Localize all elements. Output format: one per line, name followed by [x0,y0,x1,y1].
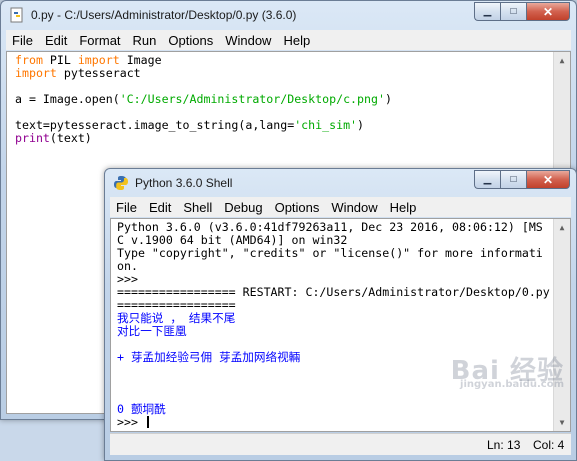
shell-titlebar[interactable]: Python 3.6.0 Shell ▁ □ ✕ [105,169,576,199]
editor-titlebar[interactable]: 0.py - C:/Users/Administrator/Desktop/0.… [1,1,576,31]
code-text: ) [357,118,365,132]
banner-line: on. [117,259,138,273]
code-line: import pytesseract [15,67,562,80]
menu-help[interactable]: Help [384,200,423,215]
shell-scrollbar[interactable]: ▲ ▼ [553,219,570,431]
menu-shell[interactable]: Shell [177,200,218,215]
minimize-icon: ▁ [483,174,492,185]
input-line[interactable]: >>> [117,416,565,429]
editor-title: 0.py - C:/Users/Administrator/Desktop/0.… [31,8,297,22]
menu-options[interactable]: Options [162,33,219,48]
keyword: import [15,66,57,80]
output-line: 对比一下匪凰 [117,324,187,338]
code-line: print(text) [15,132,562,145]
status-bar: Ln: 13 Col: 4 [110,433,571,455]
close-icon: ✕ [542,4,554,19]
maximize-icon: □ [510,6,517,17]
menu-file[interactable]: File [110,200,143,215]
builtin-name: print [15,131,50,145]
string-literal: 'chi_sim' [294,118,358,132]
code-text: Image [119,53,162,67]
code-text: ) [384,92,392,106]
menu-edit[interactable]: Edit [39,33,73,48]
menu-help[interactable]: Help [277,33,316,48]
output-line: 0 颤垌酰 [117,402,166,416]
python-logo-icon [114,176,128,190]
banner-line: Type "copyright", "credits" or "license(… [117,246,543,260]
menu-debug[interactable]: Debug [218,200,268,215]
code-text: PIL [42,53,78,67]
maximize-button[interactable]: □ [500,170,526,189]
keyword: from [15,53,43,67]
close-icon: ✕ [542,172,554,187]
keyword: import [77,53,120,67]
menu-format[interactable]: Format [73,33,126,48]
minimize-button[interactable]: ▁ [474,2,500,21]
shell-title: Python 3.6.0 Shell [135,176,233,190]
maximize-button[interactable]: □ [500,2,526,21]
code-text: (text) [49,131,92,145]
close-button[interactable]: ✕ [526,2,570,21]
watermark-subtext: jingyan.baidu.com [460,379,564,390]
editor-menubar: File Edit Format Run Options Window Help [6,30,571,50]
scroll-up-icon[interactable]: ▲ [554,219,570,236]
minimize-button[interactable]: ▁ [474,170,500,189]
menu-file[interactable]: File [6,33,39,48]
python-file-icon [10,7,23,23]
close-button[interactable]: ✕ [526,170,570,189]
shell-window: Python 3.6.0 Shell ▁ □ ✕ File Edit Shell… [104,168,577,461]
baidu-watermark: Bai 经验 jingyan.baidu.com [451,358,564,391]
shell-output[interactable]: Python 3.6.0 (v3.6.0:41df79263a11, Dec 2… [110,218,571,432]
code-line: a = Image.open('C:/Users/Administrator/D… [15,93,562,106]
code-text: text=pytesseract.image_to_string(a,lang= [15,118,295,132]
status-col: Col: 4 [533,438,565,452]
maximize-icon: □ [510,174,517,185]
text-cursor [146,416,149,428]
shell-prompt: >>> [117,415,145,429]
minimize-icon: ▁ [483,6,492,17]
menu-window[interactable]: Window [219,33,277,48]
scroll-up-icon[interactable]: ▲ [554,52,570,69]
shell-menubar: File Edit Shell Debug Options Window Hel… [110,197,571,217]
code-text: a = Image.open( [15,92,120,106]
menu-options[interactable]: Options [269,200,326,215]
code-text: pytesseract [56,66,141,80]
menu-window[interactable]: Window [325,200,383,215]
scroll-down-icon[interactable]: ▼ [554,414,570,431]
string-literal: 'C:/Users/Administrator/Desktop/c.png' [119,92,385,106]
code-line: text=pytesseract.image_to_string(a,lang=… [15,119,562,132]
menu-edit[interactable]: Edit [143,200,177,215]
status-line: Ln: 13 [487,438,521,452]
menu-run[interactable]: Run [127,33,163,48]
